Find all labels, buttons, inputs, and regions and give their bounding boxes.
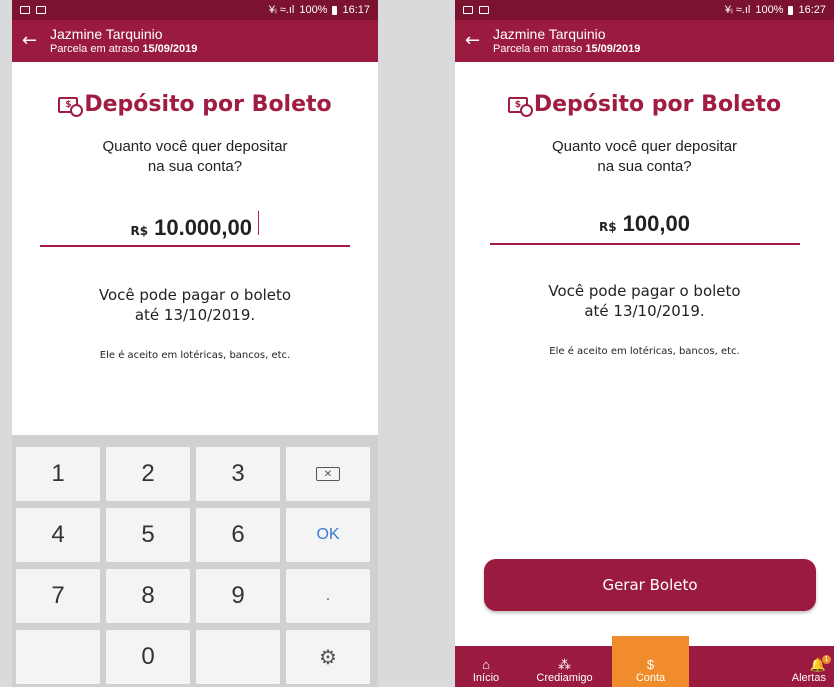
amount-input[interactable]: R$ 10.000,00	[12, 211, 378, 241]
amount-question: Quanto você quer depositar na sua conta?	[12, 137, 378, 177]
boleto-icon: $	[58, 96, 84, 117]
payment-deadline-line1: Você pode pagar o boleto	[98, 286, 292, 304]
overdue-label: Parcela em atraso	[50, 43, 140, 55]
bell-icon: 🔔 1	[810, 655, 831, 672]
screenshot-notification-icon	[36, 6, 46, 14]
page-title-text: Depósito por Boleto	[84, 92, 332, 117]
amount-input[interactable]: R$ 100,00	[455, 211, 834, 237]
accepted-places: Ele é aceito em lotéricas, bancos, etc.	[99, 350, 291, 361]
backspace-key[interactable]: ✕	[286, 447, 370, 501]
key-7[interactable]: 7	[16, 569, 100, 623]
payment-deadline-line1: Você pode pagar o boleto	[548, 282, 741, 300]
nav-item-alertas[interactable]: 🔔 1 Alertas	[689, 646, 834, 687]
key-5[interactable]: 5	[106, 508, 190, 562]
key-2[interactable]: 2	[106, 447, 190, 501]
alert-badge: 1	[822, 655, 831, 664]
customer-name: Jazmine Tarquinio	[50, 26, 163, 42]
boleto-icon: $	[507, 96, 533, 117]
clock: 16:27	[798, 4, 826, 16]
battery-icon	[332, 5, 338, 15]
amount-value[interactable]: 100,00	[623, 211, 690, 237]
amount-question-line1: Quanto você quer depositar	[551, 138, 738, 155]
backspace-icon: ✕	[316, 467, 340, 481]
nav-label-home: Início	[472, 672, 500, 684]
payment-deadline: Você pode pagar o boleto até 13/10/2019.	[455, 281, 834, 321]
overdue-info: Parcela em atraso 15/09/2019	[50, 42, 197, 56]
payment-deadline-line2: até 13/10/2019.	[584, 302, 705, 320]
screenshot-notification-icon	[479, 6, 489, 14]
amount-question-line2: na sua conta?	[147, 158, 243, 175]
key-4[interactable]: 4	[16, 508, 100, 562]
key-1[interactable]: 1	[16, 447, 100, 501]
status-bar: ¥ᵢ ≈.ıl 100% 16:27	[455, 0, 834, 20]
amount-value[interactable]: 10.000,00	[154, 215, 252, 241]
amount-question-line2: na sua conta?	[597, 158, 692, 175]
generate-boleto-button[interactable]: Gerar Boleto	[484, 559, 816, 611]
nav-item-conta[interactable]: $ Conta	[612, 636, 689, 687]
app-bar: ← Jazmine Tarquinio Parcela em atraso 15…	[12, 20, 378, 62]
left-screen: ¥ᵢ ≈.ıl 100% 16:17 ← Jazmine Tarquinio P…	[12, 0, 378, 687]
amount-underline	[40, 245, 350, 247]
key-8[interactable]: 8	[106, 569, 190, 623]
key-3[interactable]: 3	[196, 447, 280, 501]
overdue-date: 15/09/2019	[142, 43, 198, 55]
battery-level: 100%	[299, 4, 328, 16]
page-title: $ Depósito por Boleto	[455, 92, 834, 117]
settings-key[interactable]: ⚙	[286, 630, 370, 684]
gear-icon: ⚙	[319, 646, 337, 669]
key-0[interactable]: 0	[106, 630, 190, 684]
deposit-form: $ Depósito por Boleto Quanto você quer d…	[455, 92, 834, 357]
dollar-icon: $	[646, 657, 655, 672]
signal-icon: ¥ᵢ ≈.ıl	[268, 4, 295, 16]
home-icon: ⌂	[482, 657, 490, 672]
overdue-date: 15/09/2019	[585, 43, 641, 55]
ok-key[interactable]: OK	[286, 508, 370, 562]
key-6[interactable]: 6	[196, 508, 280, 562]
page-title-text: Depósito por Boleto	[533, 92, 782, 117]
back-arrow-icon[interactable]: ←	[465, 32, 493, 50]
text-cursor	[257, 211, 260, 235]
battery-icon	[788, 5, 794, 15]
deposit-form: $ Depósito por Boleto Quanto você quer d…	[12, 92, 378, 361]
status-bar: ¥ᵢ ≈.ıl 100% 16:17	[12, 0, 378, 20]
back-arrow-icon[interactable]: ←	[22, 32, 50, 50]
nav-label-crediamigo: Crediamigo	[536, 672, 593, 684]
nav-label-alertas: Alertas	[791, 672, 826, 684]
amount-underline	[489, 243, 800, 245]
decimal-key[interactable]: .	[286, 569, 370, 623]
empty-key	[196, 630, 280, 684]
customer-name: Jazmine Tarquinio	[493, 26, 606, 42]
overdue-info: Parcela em atraso 15/09/2019	[493, 42, 640, 56]
image-notification-icon	[20, 6, 30, 14]
bottom-navigation: ⌂ Início ⁂ Crediamigo $ Conta 🔔 1 Alertas	[455, 636, 834, 687]
amount-question-line1: Quanto você quer depositar	[102, 138, 288, 155]
nav-label-conta: Conta	[635, 672, 666, 684]
payment-deadline: Você pode pagar o boleto até 13/10/2019.	[12, 285, 378, 325]
battery-level: 100%	[755, 4, 784, 16]
image-notification-icon	[463, 6, 473, 14]
payment-deadline-line2: até 13/10/2019.	[134, 306, 256, 324]
people-icon: ⁂	[558, 657, 571, 672]
overdue-label: Parcela em atraso	[493, 43, 583, 55]
empty-key	[16, 630, 100, 684]
key-9[interactable]: 9	[196, 569, 280, 623]
page-title: $ Depósito por Boleto	[12, 92, 378, 117]
numeric-keypad: 1 2 3 ✕ 4 5 6 OK 7 8 9 . 0 ⚙	[12, 435, 378, 687]
app-bar: ← Jazmine Tarquinio Parcela em atraso 15…	[455, 20, 834, 62]
amount-question: Quanto você quer depositar na sua conta?	[455, 137, 834, 177]
signal-icon: ¥ᵢ ≈.ıl	[724, 4, 751, 16]
currency-symbol: R$	[130, 224, 149, 238]
right-screen: ¥ᵢ ≈.ıl 100% 16:27 ← Jazmine Tarquinio P…	[455, 0, 834, 687]
accepted-places: Ele é aceito em lotéricas, bancos, etc.	[549, 346, 740, 357]
clock: 16:17	[342, 4, 370, 16]
currency-symbol: R$	[599, 220, 617, 234]
nav-item-home[interactable]: ⌂ Início	[455, 646, 517, 687]
nav-item-crediamigo[interactable]: ⁂ Crediamigo	[517, 646, 612, 687]
